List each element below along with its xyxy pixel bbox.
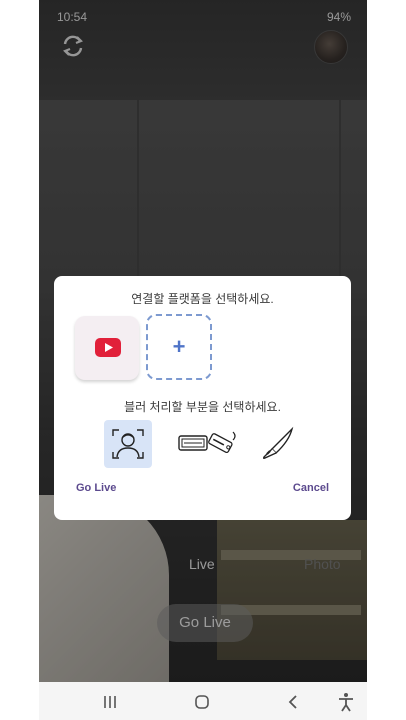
dialog-cancel-button[interactable]: Cancel: [293, 482, 329, 494]
phone-screen: 10:54 94% Live Photo Go Live 연결할 플랫폼을 선택…: [39, 0, 367, 720]
blur-option-license-plate[interactable]: [171, 420, 236, 468]
add-platform-button[interactable]: +: [146, 314, 212, 380]
platform-select-dialog: 연결할 플랫폼을 선택하세요. + 블러 처리할 부분을 선택하세요. Go L…: [54, 276, 351, 520]
dialog-go-live-button[interactable]: Go Live: [76, 482, 116, 494]
platform-prompt: 연결할 플랫폼을 선택하세요.: [131, 292, 274, 306]
youtube-platform-tile[interactable]: [75, 316, 139, 380]
accessibility-icon[interactable]: [334, 690, 358, 714]
system-nav-bar: [39, 682, 367, 720]
blur-option-knife[interactable]: [253, 420, 301, 468]
back-icon[interactable]: [282, 690, 306, 714]
plus-icon: +: [172, 334, 186, 359]
license-plate-icon: [178, 431, 236, 454]
home-icon[interactable]: [190, 690, 214, 714]
recents-icon[interactable]: [98, 690, 122, 714]
knife-icon: [262, 426, 294, 460]
youtube-icon: [95, 338, 121, 363]
blur-prompt: 블러 처리할 부분을 선택하세요.: [124, 400, 281, 414]
face-icon: [112, 429, 144, 459]
blur-option-face[interactable]: [104, 420, 152, 468]
